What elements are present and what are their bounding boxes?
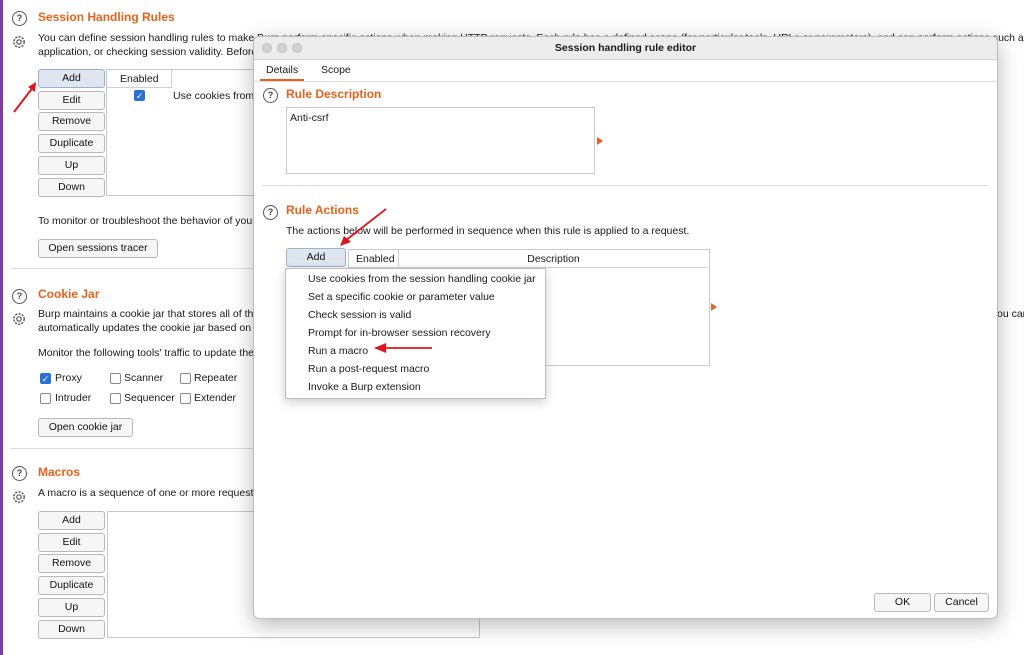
table-header-enabled: Enabled xyxy=(120,73,159,85)
tab-divider xyxy=(254,81,997,82)
annotation-arrow xyxy=(13,82,36,113)
rule-description-value: Anti-csrf xyxy=(290,112,329,124)
rule-description-textarea[interactable]: Anti-csrf xyxy=(286,107,595,174)
session-remove-button[interactable]: Remove xyxy=(38,112,105,131)
extender-checkbox[interactable] xyxy=(180,393,191,404)
sequencer-checkbox[interactable] xyxy=(110,393,121,404)
menu-item-set-cookie[interactable]: Set a specific cookie or parameter value xyxy=(308,291,495,303)
session-down-button[interactable]: Down xyxy=(38,178,105,197)
cancel-button[interactable]: Cancel xyxy=(934,593,989,612)
gear-icon[interactable] xyxy=(11,311,27,327)
menu-item-invoke-extension[interactable]: Invoke a Burp extension xyxy=(308,381,421,393)
session-duplicate-button[interactable]: Duplicate xyxy=(38,134,105,153)
window-left-edge xyxy=(0,0,3,655)
gear-icon[interactable] xyxy=(11,489,27,505)
session-edit-button[interactable]: Edit xyxy=(38,91,105,110)
column-description: Description xyxy=(527,253,580,265)
dialog-titlebar: Session handling rule editor xyxy=(254,37,997,60)
sequencer-label: Sequencer xyxy=(124,392,175,404)
macro-edit-button[interactable]: Edit xyxy=(38,533,105,552)
monitor-tools-text: Monitor the following tools' traffic to … xyxy=(38,347,255,359)
rule-enabled-checkbox[interactable]: ✓ xyxy=(134,90,145,101)
cookie-jar-title: Cookie Jar xyxy=(38,287,100,301)
ok-button[interactable]: OK xyxy=(874,593,931,612)
menu-item-use-cookies[interactable]: Use cookies from the session handling co… xyxy=(308,273,536,285)
intruder-checkbox[interactable] xyxy=(40,393,51,404)
scanner-label: Scanner xyxy=(124,372,164,384)
section-divider xyxy=(10,268,255,269)
proxy-checkbox[interactable]: ✓ xyxy=(40,373,51,384)
session-add-button[interactable]: Add xyxy=(38,69,105,88)
menu-item-run-macro[interactable]: Run a macro xyxy=(308,345,368,357)
annotation-arrow xyxy=(374,343,432,353)
cookie-jar-desc-fragment: ou car xyxy=(997,308,1024,320)
help-icon[interactable]: ? xyxy=(263,88,278,103)
repeater-label: Repeater xyxy=(194,372,238,384)
table-row[interactable]: Use cookies from xyxy=(173,90,254,102)
help-icon[interactable]: ? xyxy=(263,205,278,220)
macro-down-button[interactable]: Down xyxy=(38,620,105,639)
section-divider xyxy=(10,448,255,449)
rule-description-title: Rule Description xyxy=(286,87,382,101)
open-sessions-tracer-button[interactable]: Open sessions tracer xyxy=(38,239,158,258)
menu-item-check-session[interactable]: Check session is valid xyxy=(308,309,411,321)
proxy-label: Proxy xyxy=(55,372,82,384)
tab-scope[interactable]: Scope xyxy=(315,61,357,79)
expand-arrow-icon[interactable] xyxy=(711,303,717,311)
column-enabled: Enabled xyxy=(356,253,395,265)
session-rules-table xyxy=(106,69,258,196)
session-rules-desc-2: application, or checking session validit… xyxy=(38,46,258,58)
cookie-jar-desc-1: Burp maintains a cookie jar that stores … xyxy=(38,308,260,320)
dialog-title: Session handling rule editor xyxy=(554,42,697,54)
session-rules-title: Session Handling Rules xyxy=(38,10,175,24)
cookie-jar-desc-2: automatically updates the cookie jar bas… xyxy=(38,322,257,334)
tab-details[interactable]: Details xyxy=(260,61,305,81)
tracer-description: To monitor or troubleshoot the behavior … xyxy=(38,215,264,227)
intruder-label: Intruder xyxy=(55,392,92,404)
macros-description: A macro is a sequence of one or more req… xyxy=(38,487,259,499)
help-icon[interactable]: ? xyxy=(12,289,27,304)
menu-item-run-post-request-macro[interactable]: Run a post-request macro xyxy=(308,363,429,375)
macro-add-button[interactable]: Add xyxy=(38,511,105,530)
expand-arrow-icon[interactable] xyxy=(597,137,603,145)
annotation-arrow xyxy=(340,208,387,246)
extender-label: Extender xyxy=(194,392,237,404)
macro-up-button[interactable]: Up xyxy=(38,598,105,617)
gear-icon[interactable] xyxy=(11,34,27,50)
session-up-button[interactable]: Up xyxy=(38,156,105,175)
help-icon[interactable]: ? xyxy=(12,466,27,481)
section-divider xyxy=(262,185,988,186)
scanner-checkbox[interactable] xyxy=(110,373,121,384)
open-cookie-jar-button[interactable]: Open cookie jar xyxy=(38,418,133,437)
repeater-checkbox[interactable] xyxy=(180,373,191,384)
menu-item-prompt-recovery[interactable]: Prompt for in-browser session recovery xyxy=(308,327,491,339)
macros-title: Macros xyxy=(38,465,81,479)
macro-remove-button[interactable]: Remove xyxy=(38,554,105,573)
add-action-menu: Use cookies from the session handling co… xyxy=(285,268,546,399)
help-icon[interactable]: ? xyxy=(12,11,27,26)
macro-duplicate-button[interactable]: Duplicate xyxy=(38,576,105,595)
